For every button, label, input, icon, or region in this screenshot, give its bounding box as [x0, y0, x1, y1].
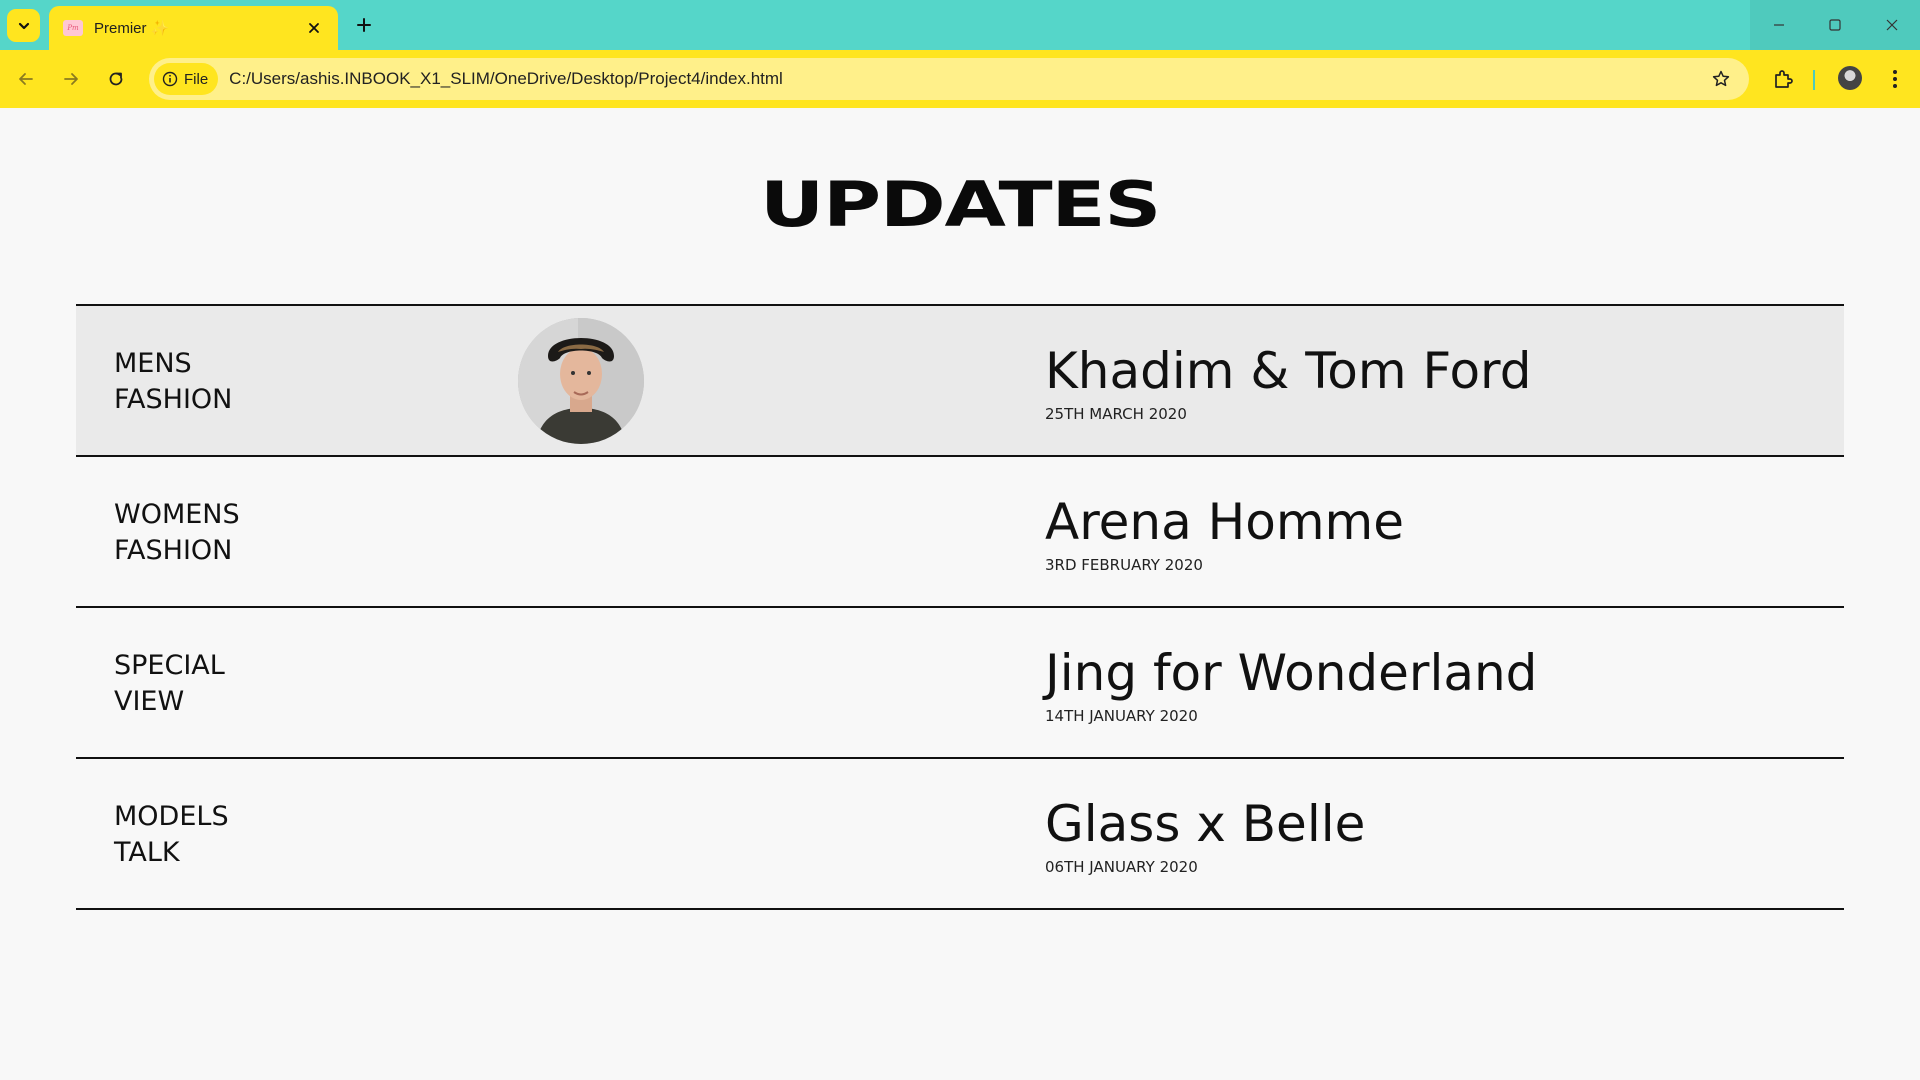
minimize-button[interactable] [1750, 0, 1807, 50]
address-bar[interactable]: File C:/Users/ashis.INBOOK_X1_SLIM/OneDr… [149, 58, 1749, 100]
tab-favicon-icon: Pm [63, 20, 83, 36]
category-label: MODELS TALK [114, 799, 229, 871]
update-title[interactable]: Jing for Wonderland [1045, 644, 1537, 702]
plus-icon [357, 18, 371, 32]
arrow-right-icon [64, 73, 78, 85]
category-line: MODELS [114, 801, 229, 832]
update-title[interactable]: Glass x Belle [1045, 795, 1365, 853]
new-tab-button[interactable] [352, 13, 376, 37]
back-button[interactable] [10, 63, 42, 95]
category-label: WOMENS FASHION [114, 497, 240, 569]
site-info-chip[interactable]: File [154, 63, 219, 95]
active-tab[interactable]: Pm Premier ✨ [49, 6, 338, 50]
close-icon [309, 23, 319, 33]
puzzle-icon [1775, 70, 1793, 88]
update-date: 3RD FEBRUARY 2020 [1045, 556, 1203, 574]
update-row[interactable]: MODELS TALK Glass x Belle 06TH JANUARY 2… [76, 759, 1844, 910]
page-content: UPDATES MENS FASHION Khadim & Tom Ford 2… [0, 108, 1920, 1080]
page-heading: UPDATES [759, 168, 1162, 241]
profile-avatar-button[interactable] [1838, 66, 1862, 90]
category-line: FASHION [114, 384, 233, 415]
category-line: SPECIAL [114, 650, 225, 681]
extensions-button[interactable] [1767, 63, 1799, 95]
update-row[interactable]: WOMENS FASHION Arena Homme 3RD FEBRUARY … [76, 457, 1844, 608]
arrow-left-icon [19, 73, 33, 85]
portrait-photo [518, 318, 644, 444]
menu-button[interactable] [1879, 63, 1911, 95]
update-row[interactable]: MENS FASHION Khadim & Tom Ford 25TH MARC… [76, 306, 1844, 457]
toolbar-separator [1813, 70, 1815, 90]
tab-title: Premier ✨ [94, 20, 170, 37]
close-icon [1886, 19, 1897, 31]
url-text: C:/Users/ashis.INBOOK_X1_SLIM/OneDrive/D… [229, 69, 783, 88]
reload-icon [109, 72, 123, 86]
update-row[interactable]: SPECIAL VIEW Jing for Wonderland 14TH JA… [76, 608, 1844, 759]
maximize-button[interactable] [1806, 0, 1863, 50]
person-image [518, 318, 644, 444]
minimize-icon [1773, 24, 1784, 26]
star-icon [1712, 70, 1730, 87]
category-line: MENS [114, 348, 192, 379]
bookmark-button[interactable] [1709, 67, 1733, 91]
updates-list: MENS FASHION Khadim & Tom Ford 25TH MARC… [76, 304, 1844, 910]
category-line: FASHION [114, 535, 233, 566]
category-line: VIEW [114, 686, 185, 717]
forward-button[interactable] [55, 63, 87, 95]
update-title[interactable]: Arena Homme [1045, 493, 1404, 551]
reload-button[interactable] [100, 63, 132, 95]
update-title[interactable]: Khadim & Tom Ford [1045, 342, 1531, 400]
info-icon [162, 71, 178, 87]
browser-toolbar: File C:/Users/ashis.INBOOK_X1_SLIM/OneDr… [0, 50, 1920, 108]
chevron-down-icon [18, 22, 29, 29]
category-line: TALK [114, 837, 180, 868]
tab-strip: Pm Premier ✨ [0, 0, 1920, 50]
address-chip-label: File [184, 70, 209, 88]
category-label: SPECIAL VIEW [114, 648, 225, 720]
tab-close-button[interactable] [304, 18, 324, 38]
more-vertical-icon [1893, 70, 1897, 88]
update-date: 06TH JANUARY 2020 [1045, 858, 1198, 876]
category-label: MENS FASHION [114, 346, 232, 418]
maximize-icon [1828, 19, 1841, 31]
update-date: 14TH JANUARY 2020 [1045, 707, 1198, 725]
category-line: WOMENS [114, 499, 240, 530]
update-date: 25TH MARCH 2020 [1045, 405, 1187, 423]
tab-search-button[interactable] [7, 9, 40, 42]
close-window-button[interactable] [1863, 0, 1920, 50]
